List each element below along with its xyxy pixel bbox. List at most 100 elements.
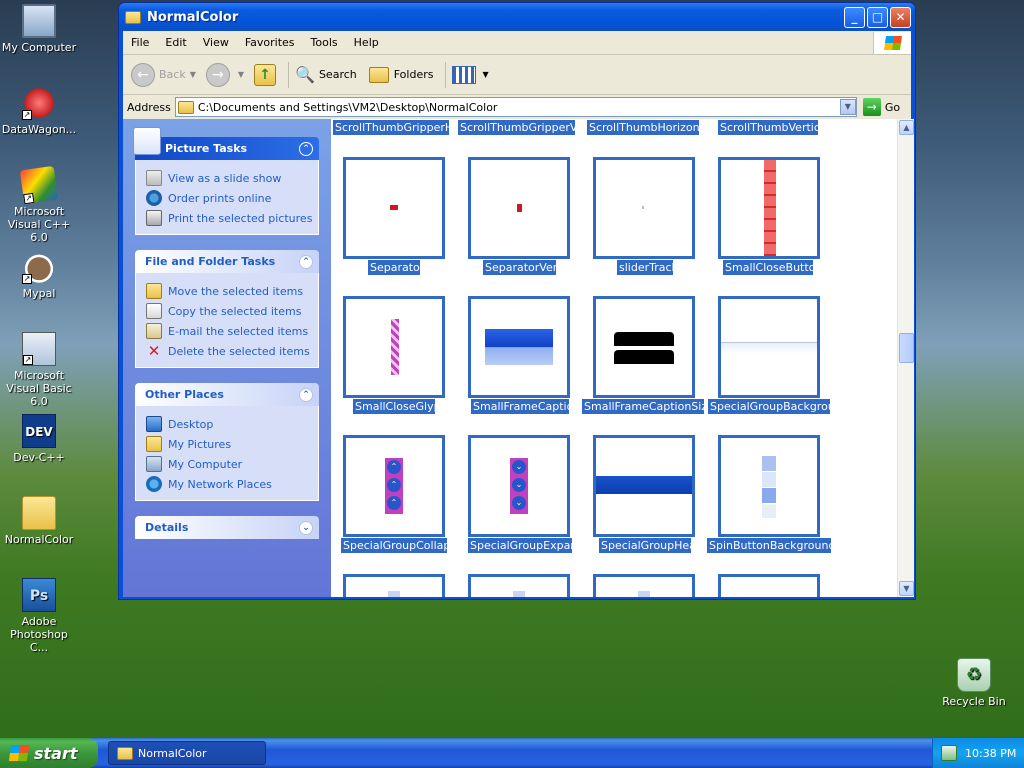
search-button[interactable]: 🔍 Search [295,65,357,84]
email-icon [146,323,162,339]
thumbnail-smallframecaption[interactable] [468,296,570,398]
menu-favorites[interactable]: Favorites [237,36,303,49]
address-field[interactable]: C:\Documents and Settings\VM2\Desktop\No… [174,97,857,117]
chevron-down-icon[interactable]: ▼ [238,70,244,79]
desktop-icon-my-computer[interactable]: My Computer [0,4,78,54]
file-label[interactable]: SmallCloseButton [723,260,813,275]
folder-icon [177,100,194,114]
task-copy-items[interactable]: Copy the selected items [146,301,310,321]
thumbnail-smallframecaptionsizing[interactable] [593,296,695,398]
thumbnail-specialgroupcollapse[interactable]: ⌃ ⌃ ⌃ [343,435,445,537]
scroll-thumb[interactable] [899,333,914,363]
picture-tasks-header[interactable]: Picture Tasks ⌃ [133,127,319,160]
file-label[interactable]: ScrollThumbGripperH... [333,120,449,135]
go-button[interactable]: → Go [862,98,900,116]
views-button[interactable]: ▼ [452,65,492,84]
title-bar[interactable]: NormalColor _ □ ✕ [119,3,915,31]
thumbnail-separator[interactable] [343,157,445,259]
file-view: ScrollThumbGripperH... ScrollThumbGrippe… [331,119,897,597]
desktop-icon-dev-cpp[interactable]: DEV Dev-C++ [0,414,78,464]
desktop-icon-recycle-bin[interactable]: ♻ Recycle Bin [935,658,1013,708]
chevron-down-icon[interactable]: ▼ [190,70,196,79]
menu-help[interactable]: Help [346,36,387,49]
file-label[interactable]: ScrollThumbVertical [718,120,818,135]
address-path[interactable]: C:\Documents and Settings\VM2\Desktop\No… [198,101,840,114]
menu-edit[interactable]: Edit [157,36,194,49]
toolbar: ← Back ▼ → ▼ ↑ 🔍 Search Folders ▼ [123,55,911,95]
thumbnail-smallclosebutton[interactable] [718,157,820,259]
file-label[interactable]: sliderTrack [617,260,673,275]
thumbnail-partial[interactable] [343,574,445,597]
menu-file[interactable]: File [123,36,157,49]
dev-cpp-icon: DEV [22,414,56,448]
desktop-icon-mypal[interactable]: ↗ Mypal [0,250,78,300]
desktop-icon-visual-cpp[interactable]: ↗ Microsoft Visual C++ 6.0 [0,165,78,244]
thumbnail-partial[interactable] [718,574,820,597]
place-my-pictures[interactable]: My Pictures [146,434,310,454]
toolbar-separator [445,61,447,88]
collapse-chevron-icon[interactable]: ⌃ [299,387,313,402]
scroll-down-button[interactable]: ▼ [899,581,914,596]
thumbnail-spinbuttonbackground[interactable] [718,435,820,537]
expand-chevron-icon[interactable]: ⌄ [299,520,313,535]
file-label[interactable]: SpecialGroupExpand [468,538,572,553]
details-header[interactable]: Details ⌄ [135,516,319,539]
clock[interactable]: 10:38 PM [965,747,1016,760]
scroll-up-button[interactable]: ▲ [899,120,914,135]
thumbnail-partial[interactable] [468,574,570,597]
thumbnail-specialgroupbackground[interactable] [718,296,820,398]
task-print-pictures[interactable]: Print the selected pictures [146,208,312,228]
place-desktop[interactable]: Desktop [146,414,310,434]
desktop-icon-label: My Computer [1,41,77,54]
other-places-panel: Other Places ⌃ Desktop My Pictures My Co… [135,383,319,501]
file-label[interactable]: SmallFrameCaptionSizing [582,399,704,414]
place-my-computer[interactable]: My Computer [146,454,310,474]
thumbnail-smallcloseglyph[interactable] [343,296,445,398]
toolbar-separator [288,61,290,88]
back-button[interactable]: ← Back ▼ [131,62,200,87]
task-order-prints[interactable]: Order prints online [146,188,310,208]
chevron-down-icon[interactable]: ▼ [839,99,856,115]
file-folder-tasks-header[interactable]: File and Folder Tasks ⌃ [135,250,319,273]
file-label[interactable]: Separator [368,260,420,275]
maximize-button[interactable]: □ [867,6,888,28]
thumbnail-specialgrouphead[interactable] [593,435,695,537]
thumbnail-partial[interactable] [593,574,695,597]
file-label[interactable]: ScrollThumbGripperVe... [458,120,575,135]
menu-tools[interactable]: Tools [303,36,346,49]
collapse-chevron-icon[interactable]: ⌃ [299,254,313,269]
file-label[interactable]: SpecialGroupHead [599,538,691,553]
forward-button[interactable]: → ▼ [205,62,248,87]
up-button[interactable]: ↑ [254,63,277,86]
menu-view[interactable]: View [195,36,237,49]
thumbnail-separatorvert[interactable] [468,157,570,259]
safely-remove-hardware-icon[interactable] [941,745,957,761]
collapse-chevron-icon[interactable]: ⌃ [299,141,313,156]
task-delete-items[interactable]: ✕ Delete the selected items [146,341,310,361]
folders-button[interactable]: Folders [368,66,433,83]
start-button[interactable]: start [0,738,98,768]
folder-up-icon: ↑ [254,63,277,86]
desktop-icon-photoshop[interactable]: Ps Adobe Photoshop C... [0,578,78,654]
file-label[interactable]: SpecialGroupCollapse [341,538,447,553]
vertical-scrollbar[interactable]: ▲ ▼ [897,119,914,597]
file-label[interactable]: SmallCloseGlyph [353,399,435,414]
file-label[interactable]: ScrollThumbHorizontal [587,120,699,135]
file-label[interactable]: SpinButtonBackground... [707,538,831,553]
other-places-header[interactable]: Other Places ⌃ [135,383,319,406]
desktop-icon-visual-basic[interactable]: ↗ Microsoft Visual Basic 6.0 [0,332,78,408]
task-email-items[interactable]: E-mail the selected items [146,321,310,341]
place-network[interactable]: My Network Places [146,474,310,494]
file-label[interactable]: SmallFrameCaption [471,399,569,414]
file-label[interactable]: SpecialGroupBackground [708,399,830,414]
file-label[interactable]: SeparatorVert [483,260,556,275]
taskbar-button-normalcolor[interactable]: NormalColor [108,741,266,765]
task-slide-show[interactable]: View as a slide show [146,168,310,188]
desktop-icon-normalcolor[interactable]: NormalColor [0,496,78,546]
task-move-items[interactable]: Move the selected items [146,281,310,301]
thumbnail-specialgroupexpand[interactable]: ⌄ ⌄ ⌄ [468,435,570,537]
minimize-button[interactable]: _ [844,6,865,28]
desktop-icon-datawagon[interactable]: ↗ DataWagon... [0,86,78,136]
close-button[interactable]: ✕ [890,6,911,28]
thumbnail-slidertrack[interactable] [593,157,695,259]
